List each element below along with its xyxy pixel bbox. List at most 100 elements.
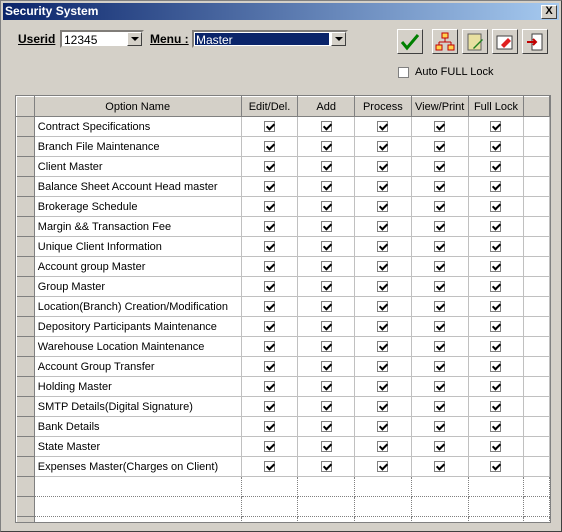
view-checkbox[interactable] xyxy=(434,121,446,133)
table-row[interactable]: Account group Master xyxy=(16,256,550,277)
chevron-down-icon[interactable] xyxy=(331,32,346,46)
edit-checkbox[interactable] xyxy=(264,261,276,273)
permission-cell[interactable] xyxy=(468,336,525,357)
permission-cell[interactable] xyxy=(241,456,299,477)
row-selector[interactable] xyxy=(16,336,35,357)
permission-cell[interactable] xyxy=(354,176,412,197)
permission-cell[interactable] xyxy=(297,336,355,357)
edit-checkbox[interactable] xyxy=(264,281,276,293)
row-selector[interactable] xyxy=(16,376,35,397)
view-checkbox[interactable] xyxy=(434,261,446,273)
table-row[interactable]: State Master xyxy=(16,436,550,457)
permission-cell[interactable] xyxy=(297,456,355,477)
permission-cell[interactable] xyxy=(411,256,469,277)
permission-cell[interactable] xyxy=(297,156,355,177)
table-row[interactable]: Holding Master xyxy=(16,376,550,397)
full-checkbox[interactable] xyxy=(490,261,502,273)
add-checkbox[interactable] xyxy=(320,421,332,433)
view-checkbox[interactable] xyxy=(434,181,446,193)
edit-checkbox[interactable] xyxy=(264,241,276,253)
edit-checkbox[interactable] xyxy=(264,461,276,473)
table-row[interactable]: SMTP Details(Digital Signature) xyxy=(16,396,550,417)
table-row[interactable]: Client Master xyxy=(16,156,550,177)
add-checkbox[interactable] xyxy=(320,121,332,133)
column-header[interactable]: Option Name xyxy=(33,96,242,117)
full-checkbox[interactable] xyxy=(490,401,502,413)
permission-cell[interactable] xyxy=(241,376,299,397)
edit-checkbox[interactable] xyxy=(264,341,276,353)
row-selector[interactable] xyxy=(16,356,35,377)
full-checkbox[interactable] xyxy=(490,361,502,373)
edit-checkbox[interactable] xyxy=(264,201,276,213)
permission-cell[interactable] xyxy=(468,156,525,177)
permission-cell[interactable] xyxy=(354,116,412,137)
view-checkbox[interactable] xyxy=(434,381,446,393)
permission-cell[interactable] xyxy=(411,216,469,237)
add-checkbox[interactable] xyxy=(320,161,332,173)
full-checkbox[interactable] xyxy=(490,321,502,333)
add-checkbox[interactable] xyxy=(320,201,332,213)
add-checkbox[interactable] xyxy=(320,221,332,233)
permission-cell[interactable] xyxy=(468,196,525,217)
table-row[interactable]: Margin && Transaction Fee xyxy=(16,216,550,237)
process-checkbox[interactable] xyxy=(377,281,389,293)
permission-cell[interactable] xyxy=(468,256,525,277)
row-selector[interactable] xyxy=(16,436,35,457)
full-checkbox[interactable] xyxy=(490,161,502,173)
permission-cell[interactable] xyxy=(241,116,299,137)
full-checkbox[interactable] xyxy=(490,381,502,393)
row-selector[interactable] xyxy=(16,216,35,237)
process-checkbox[interactable] xyxy=(377,441,389,453)
permission-cell[interactable] xyxy=(468,296,525,317)
hierarchy-button[interactable] xyxy=(432,29,458,54)
process-checkbox[interactable] xyxy=(377,381,389,393)
permission-cell[interactable] xyxy=(354,236,412,257)
permission-cell[interactable] xyxy=(411,236,469,257)
table-row[interactable]: Balance Sheet Account Head master xyxy=(16,176,550,197)
full-checkbox[interactable] xyxy=(490,121,502,133)
permission-cell[interactable] xyxy=(411,416,469,437)
permission-cell[interactable] xyxy=(354,416,412,437)
permission-cell[interactable] xyxy=(297,416,355,437)
process-checkbox[interactable] xyxy=(377,181,389,193)
table-row[interactable]: Depository Participants Maintenance xyxy=(16,316,550,337)
process-checkbox[interactable] xyxy=(377,341,389,353)
permission-cell[interactable] xyxy=(354,256,412,277)
process-checkbox[interactable] xyxy=(377,301,389,313)
edit-checkbox[interactable] xyxy=(264,121,276,133)
permission-cell[interactable] xyxy=(241,296,299,317)
process-checkbox[interactable] xyxy=(377,141,389,153)
full-checkbox[interactable] xyxy=(490,341,502,353)
view-checkbox[interactable] xyxy=(434,281,446,293)
view-checkbox[interactable] xyxy=(434,201,446,213)
add-checkbox[interactable] xyxy=(320,321,332,333)
process-checkbox[interactable] xyxy=(377,401,389,413)
permission-cell[interactable] xyxy=(297,296,355,317)
close-button[interactable]: X xyxy=(541,5,557,19)
permission-cell[interactable] xyxy=(241,176,299,197)
table-row[interactable]: Brokerage Schedule xyxy=(16,196,550,217)
view-checkbox[interactable] xyxy=(434,301,446,313)
permission-cell[interactable] xyxy=(354,376,412,397)
edit-checkbox[interactable] xyxy=(264,421,276,433)
process-checkbox[interactable] xyxy=(377,461,389,473)
full-checkbox[interactable] xyxy=(490,281,502,293)
exit-button[interactable] xyxy=(522,29,548,54)
add-checkbox[interactable] xyxy=(320,301,332,313)
permission-cell[interactable] xyxy=(354,356,412,377)
permission-cell[interactable] xyxy=(241,436,299,457)
permission-cell[interactable] xyxy=(354,216,412,237)
edit-checkbox[interactable] xyxy=(264,321,276,333)
permission-cell[interactable] xyxy=(468,356,525,377)
permission-cell[interactable] xyxy=(411,376,469,397)
column-header[interactable]: Edit/Del. xyxy=(240,96,299,117)
edit-checkbox[interactable] xyxy=(264,161,276,173)
permission-cell[interactable] xyxy=(297,376,355,397)
permission-cell[interactable] xyxy=(354,436,412,457)
permission-cell[interactable] xyxy=(241,416,299,437)
permission-cell[interactable] xyxy=(411,336,469,357)
row-selector[interactable] xyxy=(16,496,35,517)
add-checkbox[interactable] xyxy=(320,341,332,353)
permission-cell[interactable] xyxy=(411,436,469,457)
permission-cell[interactable] xyxy=(297,356,355,377)
